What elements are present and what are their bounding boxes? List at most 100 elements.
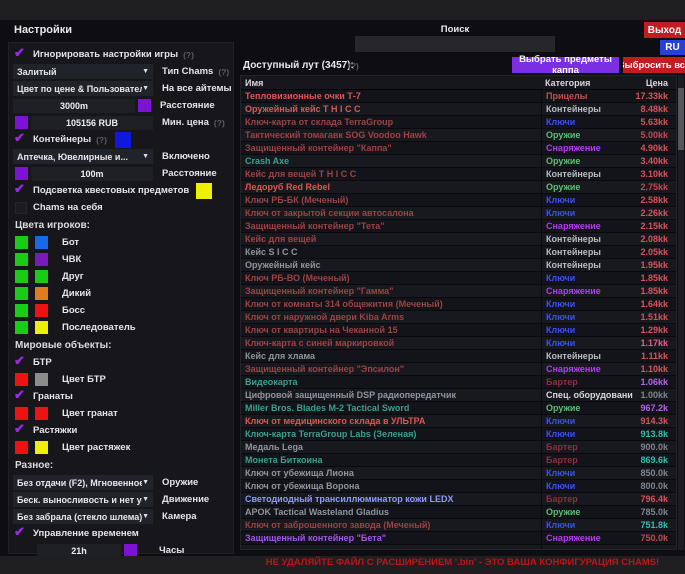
help-icon[interactable]: (?) <box>348 61 359 71</box>
loot-row[interactable]: Медаль Lega Бартер 900.0k <box>241 441 676 454</box>
loot-row[interactable]: Тактический томагавк SOG Voodoo Hawk Ору… <box>241 129 676 142</box>
loot-row[interactable]: Ключ от комнаты 314 общежития (Меченый) … <box>241 298 676 311</box>
color-swatch-hidden[interactable] <box>35 321 48 334</box>
table-scrollbar[interactable] <box>678 75 684 550</box>
setting-label: Тип Chams <box>162 66 213 77</box>
loot-row[interactable]: Ключ от убежища Лиона Ключи 850.0k <box>241 467 676 480</box>
loot-row[interactable]: Miller Bros. Blades M-2 Tactical Sword О… <box>241 402 676 415</box>
distance-input[interactable]: 3000m <box>13 99 135 113</box>
loot-row[interactable]: Видеокарта Бартер 1.06kk <box>241 376 676 389</box>
btr-checkbox[interactable] <box>15 357 27 369</box>
exit-button[interactable]: Выход <box>644 22 685 38</box>
column-header-price[interactable]: Цена <box>633 78 676 88</box>
chams-self-checkbox[interactable] <box>15 202 27 214</box>
loot-row[interactable]: Ключ от убежища Ворона Ключи 800.0k <box>241 480 676 493</box>
camera-dropdown[interactable]: Без забрала (стекло шлема) ▼ <box>13 509 153 524</box>
loot-row[interactable]: Оружейный кейс Контейнеры 1.95kk <box>241 259 676 272</box>
color-swatch-visible[interactable] <box>15 236 28 249</box>
loot-row[interactable]: APOK Tactical Wasteland Gladius Оружие 7… <box>241 506 676 519</box>
loot-row[interactable]: Ключ от заброшенного завода (Меченый) Кл… <box>241 519 676 532</box>
loot-row[interactable]: Кейс для вещей T H I C C Контейнеры 3.10… <box>241 168 676 181</box>
color-swatch-hidden[interactable] <box>35 287 48 300</box>
color-swatch-hidden[interactable] <box>35 407 48 420</box>
color-swatch-visible[interactable] <box>15 441 28 454</box>
loot-row[interactable]: Защищенный контейнер "Гамма" Снаряжение … <box>241 285 676 298</box>
min-price-input[interactable]: 105156 RUB <box>31 116 153 130</box>
color-swatch-hidden[interactable] <box>35 441 48 454</box>
color-swatch-visible[interactable] <box>15 270 28 283</box>
loot-row[interactable]: Защищенный контейнер "Каппа" Снаряжение … <box>241 142 676 155</box>
loot-row[interactable]: Ключ РБ-ВО (Меченый) Ключи 1.85kk <box>241 272 676 285</box>
help-icon[interactable]: (?) <box>96 135 107 145</box>
loot-row[interactable]: Ключ-карта с синей маркировкой Ключи 1.1… <box>241 337 676 350</box>
loot-row[interactable]: Ледоруб Red Rebel Оружие 2.75kk <box>241 181 676 194</box>
color-swatch-visible[interactable] <box>15 373 28 386</box>
loot-row[interactable]: Кейс S I C C Контейнеры 2.05kk <box>241 246 676 259</box>
color-swatch-visible[interactable] <box>15 407 28 420</box>
column-header-category[interactable]: Категория <box>541 76 633 89</box>
color-swatch-hidden[interactable] <box>35 304 48 317</box>
help-icon[interactable]: (?) <box>183 50 194 60</box>
color-swatch-visible[interactable] <box>15 304 28 317</box>
drop-all-button[interactable]: Выбросить все <box>623 57 685 73</box>
chams-type-dropdown[interactable]: Залитый ▼ <box>13 64 153 79</box>
time-control-checkbox[interactable] <box>15 528 27 540</box>
container-distance-input[interactable]: 100m <box>31 167 153 181</box>
item-category: Ключи <box>541 298 633 310</box>
item-name: Miller Bros. Blades M-2 Tactical Sword <box>241 403 541 413</box>
loot-row[interactable]: Монета Биткоина Бартер 869.6k <box>241 454 676 467</box>
color-swatch-visible[interactable] <box>15 321 28 334</box>
item-category: Снаряжение <box>541 142 633 154</box>
all-items-dropdown[interactable]: Цвет по цене & Пользователь ▼ <box>13 81 153 96</box>
loot-row[interactable]: Светодиодный трансиллюминатор кожи LEDX … <box>241 493 676 506</box>
loot-row[interactable]: Ключ-карта TerraGroup Labs (Зеленая) Клю… <box>241 428 676 441</box>
distance-color-swatch[interactable] <box>138 99 151 112</box>
item-name: Ключ от убежища Ворона <box>241 481 541 491</box>
column-header-name[interactable]: Имя <box>241 78 541 88</box>
loot-row[interactable]: Кейс для вещей Контейнеры 2.08kk <box>241 233 676 246</box>
container-filter-dropdown[interactable]: Аптечка, Ювелирные и... ▼ <box>13 149 153 164</box>
movement-dropdown[interactable]: Беск. выносливость и нет уста ▼ <box>13 492 153 507</box>
containers-color-swatch[interactable] <box>115 132 131 148</box>
ignore-game-settings-checkbox[interactable] <box>15 49 27 61</box>
help-icon[interactable]: (?) <box>214 118 225 128</box>
loot-row[interactable]: Цифровой защищенный DSP радиопередатчик … <box>241 389 676 402</box>
language-button[interactable]: RU <box>660 40 685 55</box>
color-swatch-visible[interactable] <box>15 253 28 266</box>
loot-row[interactable]: Ключ от медицинского склада в УЛЬТРА Клю… <box>241 415 676 428</box>
scrollbar-thumb[interactable] <box>678 88 684 150</box>
item-name: Тактический томагавк SOG Voodoo Hawk <box>241 130 541 140</box>
select-kappa-items-button[interactable]: Выбрать предметы каппа <box>512 57 619 73</box>
container-distance-color-swatch[interactable] <box>15 167 28 180</box>
loot-row[interactable]: Ключ от закрытой секции автосалона Ключи… <box>241 207 676 220</box>
loot-row[interactable]: Защищенный контейнер "Бета" Снаряжение 7… <box>241 532 676 545</box>
loot-row[interactable]: Тепловизионные очки Т-7 Прицелы 17.33kk <box>241 90 676 103</box>
loot-row[interactable]: Ключ РБ-БК (Меченый) Ключи 2.58kk <box>241 194 676 207</box>
loot-row[interactable]: Ключ от наружной двери Kiba Arms Ключи 1… <box>241 311 676 324</box>
setting-label: Мин. цена <box>162 117 209 128</box>
quest-color-swatch[interactable] <box>196 183 212 199</box>
tripwires-checkbox[interactable] <box>15 425 27 437</box>
help-icon[interactable]: (?) <box>218 67 229 77</box>
weapon-dropdown[interactable]: Без отдачи (F2), Мгновенное п ▼ <box>13 475 153 490</box>
loot-row[interactable]: Защищенный контейнер "Тета" Снаряжение 2… <box>241 220 676 233</box>
loot-row[interactable]: Ключ от квартиры на Чеканной 15 Ключи 1.… <box>241 324 676 337</box>
search-input[interactable] <box>355 36 555 52</box>
loot-row[interactable]: Ключ-карта от склада TerraGroup Ключи 5.… <box>241 116 676 129</box>
grenades-color-row: Цвет гранат <box>13 405 229 422</box>
color-swatch-hidden[interactable] <box>35 373 48 386</box>
item-category: Контейнеры <box>541 168 633 180</box>
loot-row[interactable] <box>241 545 676 550</box>
grenades-checkbox[interactable] <box>15 391 27 403</box>
color-swatch-hidden[interactable] <box>35 270 48 283</box>
color-swatch-hidden[interactable] <box>35 253 48 266</box>
loot-row[interactable]: Crash Axe Оружие 3.40kk <box>241 155 676 168</box>
containers-checkbox[interactable] <box>15 134 27 146</box>
color-swatch-visible[interactable] <box>15 287 28 300</box>
quest-highlight-checkbox[interactable] <box>15 185 27 197</box>
loot-row[interactable]: Оружейный кейс T H I C C Контейнеры 8.48… <box>241 103 676 116</box>
loot-row[interactable]: Защищенный контейнер "Эпсилон" Снаряжени… <box>241 363 676 376</box>
min-price-color-swatch[interactable] <box>15 116 28 129</box>
color-swatch-hidden[interactable] <box>35 236 48 249</box>
loot-row[interactable]: Кейс для хлама Контейнеры 1.11kk <box>241 350 676 363</box>
